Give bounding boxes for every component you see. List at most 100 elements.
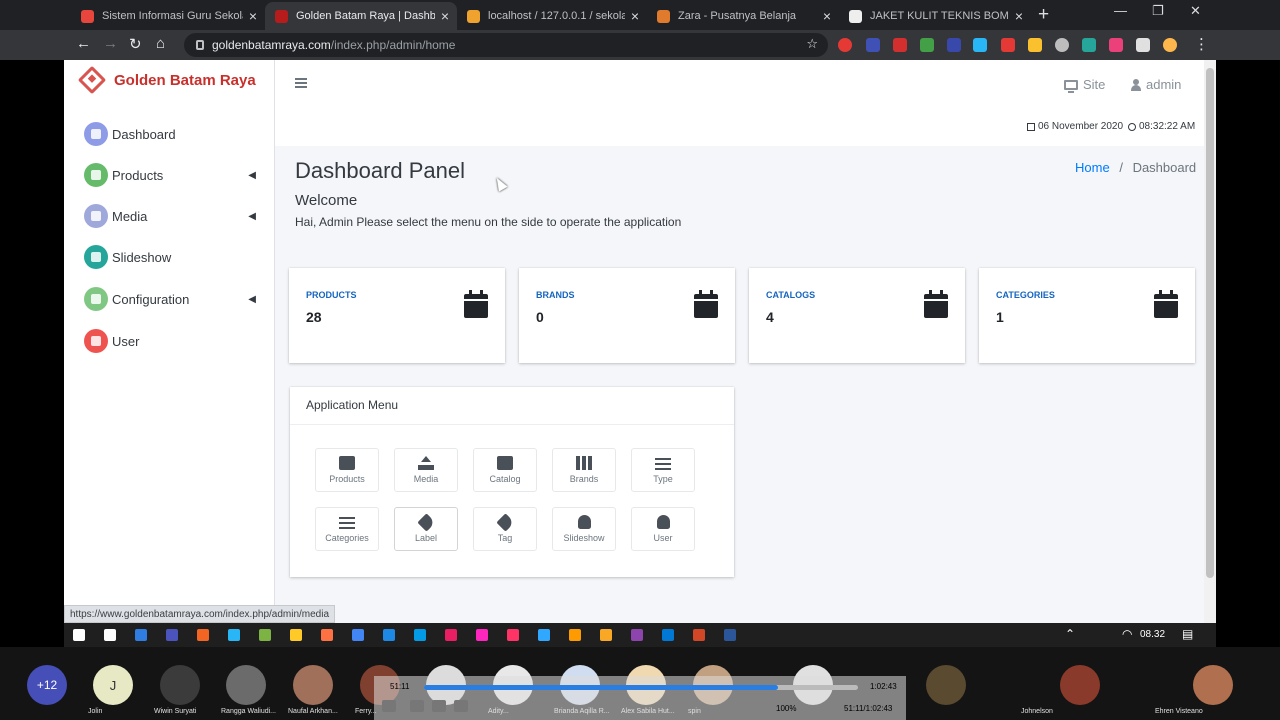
- extension-icon[interactable]: [893, 38, 907, 52]
- menu-tile-categories[interactable]: Categories: [315, 507, 379, 551]
- play-icon[interactable]: [382, 700, 396, 712]
- participant-avatar[interactable]: [293, 665, 333, 705]
- tab-close-icon[interactable]: ×: [441, 8, 449, 24]
- menu-tile-type[interactable]: Type: [631, 448, 695, 492]
- taskbar-app-icon[interactable]: [383, 629, 395, 641]
- wifi-icon[interactable]: ◠: [1122, 627, 1132, 641]
- menu-tile-catalog[interactable]: Catalog: [473, 448, 537, 492]
- participant-avatar[interactable]: [160, 665, 200, 705]
- taskbar-app-icon[interactable]: [166, 629, 178, 641]
- more-participants-badge[interactable]: +12: [27, 665, 67, 705]
- site-link[interactable]: Site: [1064, 77, 1105, 93]
- taskbar-app-icon[interactable]: [693, 629, 705, 641]
- taskbar-app-icon[interactable]: [724, 629, 736, 641]
- restore-icon[interactable]: ❐: [1152, 3, 1164, 19]
- taskbar-app-icon[interactable]: [414, 629, 426, 641]
- extension-icon[interactable]: [1001, 38, 1015, 52]
- extension-opera-icon[interactable]: [838, 38, 852, 52]
- sidebar-item-products[interactable]: Products ◀: [84, 162, 256, 188]
- participant-avatar[interactable]: [1060, 665, 1100, 705]
- next-icon[interactable]: [454, 700, 468, 712]
- taskbar-app-icon[interactable]: [352, 629, 364, 641]
- taskbar-app-icon[interactable]: [321, 629, 333, 641]
- minimize-icon[interactable]: —: [1114, 3, 1127, 18]
- extension-icon[interactable]: [920, 38, 934, 52]
- menu-tile-tag[interactable]: Tag: [473, 507, 537, 551]
- menu-tile-products[interactable]: Products: [315, 448, 379, 492]
- browser-tab[interactable]: JAKET KULIT TEKNIS BOMBER ×: [839, 2, 1031, 30]
- browser-tab[interactable]: Golden Batam Raya | Dashboard ×: [265, 2, 457, 30]
- sidebar-item-configuration[interactable]: Configuration ◀: [84, 286, 256, 312]
- participant-avatar[interactable]: [926, 665, 966, 705]
- extension-icon[interactable]: [1055, 38, 1069, 52]
- extension-icon[interactable]: [1028, 38, 1042, 52]
- tab-close-icon[interactable]: ×: [249, 8, 257, 24]
- extension-icon[interactable]: [1082, 38, 1096, 52]
- back-icon[interactable]: ←: [76, 35, 91, 52]
- close-window-icon[interactable]: ✕: [1190, 3, 1201, 19]
- tab-title: Golden Batam Raya | Dashboard: [296, 10, 435, 22]
- sidebar-item-label: Configuration: [112, 291, 190, 307]
- taskbar-app-icon[interactable]: [197, 629, 209, 641]
- player-seek-bar[interactable]: [424, 685, 858, 690]
- browser-tab[interactable]: Zara - Pusatnya Belanja ×: [647, 2, 839, 30]
- hamburger-menu-icon[interactable]: [295, 78, 307, 88]
- user-menu[interactable]: admin: [1131, 77, 1181, 92]
- home-browser-icon[interactable]: ⌂: [156, 35, 165, 52]
- brand[interactable]: Golden Batam Raya: [77, 65, 256, 95]
- tab-close-icon[interactable]: ×: [631, 8, 639, 24]
- menu-tile-media[interactable]: Media: [394, 448, 458, 492]
- menu-tile-label[interactable]: Label: [394, 507, 458, 551]
- extension-icon[interactable]: [1109, 38, 1123, 52]
- taskbar-app-icon[interactable]: [259, 629, 271, 641]
- participant-avatar-initial[interactable]: J: [93, 665, 133, 705]
- menu-tile-brands[interactable]: Brands: [552, 448, 616, 492]
- taskbar-app-icon[interactable]: [104, 629, 116, 641]
- taskbar-clock[interactable]: 08.32: [1140, 629, 1165, 640]
- browser-menu-icon[interactable]: ⋮: [1194, 35, 1209, 53]
- taskbar-app-icon[interactable]: [445, 629, 457, 641]
- taskbar-app-icon[interactable]: [507, 629, 519, 641]
- reload-icon[interactable]: ↻: [129, 35, 142, 53]
- extension-icon[interactable]: [866, 38, 880, 52]
- taskbar-app-icon[interactable]: [476, 629, 488, 641]
- extension-icon[interactable]: [973, 38, 987, 52]
- participant-avatar[interactable]: [1193, 665, 1233, 705]
- taskbar-app-icon[interactable]: [290, 629, 302, 641]
- date-bar: 06 November 2020 08:32:22 AM: [275, 112, 1206, 146]
- breadcrumb-home-link[interactable]: Home: [1075, 160, 1110, 175]
- sidebar-item-user[interactable]: User: [84, 328, 256, 354]
- taskbar-app-icon[interactable]: [228, 629, 240, 641]
- taskbar-app-icon[interactable]: [569, 629, 581, 641]
- notification-icon[interactable]: ▤: [1182, 627, 1193, 641]
- stop-icon[interactable]: [432, 700, 446, 712]
- tab-close-icon[interactable]: ×: [823, 8, 831, 24]
- browser-tab[interactable]: Sistem Informasi Guru Sekolah ×: [71, 2, 265, 30]
- extension-icon[interactable]: [947, 38, 961, 52]
- taskbar-app-icon[interactable]: [662, 629, 674, 641]
- taskbar-app-icon[interactable]: [631, 629, 643, 641]
- page-scrollbar[interactable]: [1204, 60, 1216, 623]
- sidebar-item-media[interactable]: Media ◀: [84, 203, 256, 229]
- taskbar-app-icon[interactable]: [538, 629, 550, 641]
- taskbar-app-icon[interactable]: [600, 629, 612, 641]
- scrollbar-thumb[interactable]: [1206, 68, 1214, 578]
- taskbar-app-icon[interactable]: [135, 629, 147, 641]
- bookmark-star-icon[interactable]: ☆: [806, 36, 818, 52]
- forward-icon[interactable]: →: [103, 35, 118, 52]
- browser-tab[interactable]: localhost / 127.0.0.1 / sekolah ×: [457, 2, 647, 30]
- tray-chevron-icon[interactable]: ⌃: [1065, 627, 1075, 641]
- menu-tile-slideshow[interactable]: Slideshow: [552, 507, 616, 551]
- sidebar-item-dashboard[interactable]: Dashboard: [84, 121, 256, 147]
- address-bar[interactable]: goldenbatamraya.com/index.php/admin/home…: [184, 33, 828, 57]
- new-tab-button[interactable]: +: [1038, 4, 1049, 26]
- extensions-puzzle-icon[interactable]: [1136, 38, 1150, 52]
- menu-tile-user[interactable]: User: [631, 507, 695, 551]
- previous-icon[interactable]: [410, 700, 424, 712]
- tab-close-icon[interactable]: ×: [1015, 8, 1023, 24]
- sidebar-item-slideshow[interactable]: Slideshow: [84, 244, 256, 270]
- participant-avatar[interactable]: [226, 665, 266, 705]
- profile-avatar[interactable]: [1163, 38, 1177, 52]
- windows-start-icon[interactable]: [73, 629, 85, 641]
- user-icon: [1131, 78, 1141, 91]
